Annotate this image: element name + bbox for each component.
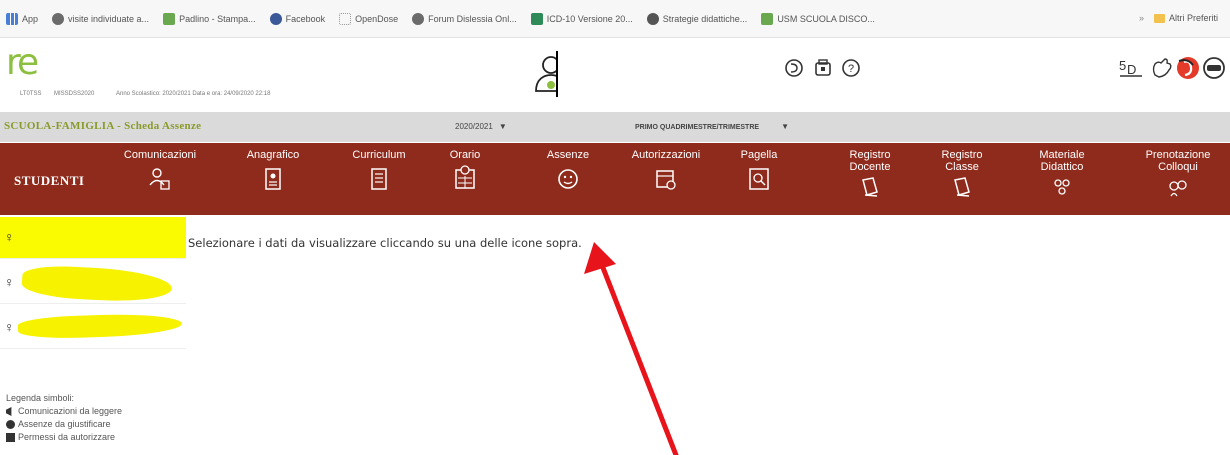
female-icon: ♀ <box>4 229 15 245</box>
bookmark-visite[interactable]: visite individuate a... <box>52 12 149 25</box>
legend-item-permessi: Permessi da autorizzare <box>6 431 122 444</box>
smiley-icon <box>558 169 578 189</box>
student-item-3[interactable]: ♀ <box>0 307 186 349</box>
bookmark-forum[interactable]: Forum Dislessia Onl... <box>412 12 517 25</box>
bookmark-padlino[interactable]: Padlino - Stampa... <box>163 12 256 25</box>
female-icon: ♀ <box>4 319 15 335</box>
icd10-icon <box>530 12 543 25</box>
bookmark-facebook[interactable]: Facebook <box>269 12 325 25</box>
permit-icon <box>6 433 15 442</box>
globe-icon <box>412 12 425 25</box>
folder-icon <box>1153 13 1165 23</box>
nav-orario[interactable]: Orario <box>440 149 490 190</box>
page-title: SCUOLA-FAMIGLIA - Scheda Assenze <box>4 120 202 132</box>
book-icon <box>862 177 878 197</box>
legend-item-assenze: Assenze da giustificare <box>6 418 122 431</box>
report-card-icon <box>749 168 769 190</box>
instruction-message: Selezionare i dati da visualizzare clicc… <box>188 236 582 250</box>
group-icon <box>1054 179 1070 195</box>
nav-comunicazioni[interactable]: Comunicazioni <box>120 149 200 191</box>
strategie-icon <box>646 12 659 25</box>
bookmark-icd10[interactable]: ICD-10 Versione 20... <box>530 12 633 25</box>
nav-assenze[interactable]: Assenze <box>538 149 598 191</box>
school-year-info: Anno Scolastico: 2020/2021 Data e ora: 2… <box>116 91 271 97</box>
globe-icon <box>52 12 65 25</box>
year-select[interactable]: 2020/2021 ▼ <box>455 122 507 131</box>
redaction-mark <box>17 312 183 340</box>
help-icon[interactable]: ? <box>840 57 862 79</box>
nav-materiale-didattico[interactable]: Materiale Didattico <box>1032 149 1092 198</box>
facebook-icon <box>269 12 282 25</box>
main-nav: STUDENTI Comunicazioni Anagrafico Curric… <box>0 143 1230 215</box>
nav-pagella[interactable]: Pagella <box>734 149 784 191</box>
period-select[interactable]: PRIMO QUADRIMESTRE/TRIMESTRE ▼ <box>635 122 789 131</box>
hand-icon[interactable] <box>1149 55 1175 81</box>
people-icon <box>149 168 170 190</box>
section-bar: SCUOLA-FAMIGLIA - Scheda Assenze 2020/20… <box>0 112 1230 142</box>
document-icon <box>371 168 387 190</box>
bookmark-usm[interactable]: USM SCUOLA DISCO... <box>761 12 875 25</box>
svg-text:?: ? <box>848 63 854 75</box>
calendar-clock-icon <box>455 165 475 189</box>
nav-registro-docente[interactable]: Registro Docente <box>840 149 900 198</box>
conversation-icon <box>1169 180 1187 197</box>
nav-registro-classe[interactable]: Registro Classe <box>935 149 989 198</box>
sd-icon[interactable]: 5 D <box>1118 55 1144 81</box>
bookmark-other[interactable]: » Altri Preferiti <box>1139 13 1218 23</box>
legend-item-comunicazioni: Comunicazioni da leggere <box>6 405 122 418</box>
page: App visite individuate a... Padlino - St… <box>0 0 1230 455</box>
svg-text:5: 5 <box>1119 58 1126 73</box>
opendose-icon <box>339 12 352 25</box>
student-item-1[interactable]: ♀ <box>0 217 186 259</box>
accessibility-icon[interactable] <box>1175 55 1201 81</box>
bookmark-strategie[interactable]: Strategie didattiche... <box>646 12 747 25</box>
calendar-check-icon <box>656 170 676 190</box>
padlino-icon <box>163 12 176 25</box>
nav-studenti-label: STUDENTI <box>14 173 85 188</box>
bookmarks-bar: App visite individuate a... Padlino - St… <box>0 0 1230 38</box>
coin-icon[interactable] <box>783 57 805 79</box>
logout-icon[interactable] <box>1201 55 1227 81</box>
chevron-double-icon: » <box>1138 13 1144 23</box>
sad-face-icon <box>6 420 15 429</box>
book-icon <box>954 177 970 197</box>
nav-prenotazione-colloqui[interactable]: Prenotazione Colloqui <box>1130 149 1226 198</box>
nav-autorizzazioni[interactable]: Autorizzazioni <box>624 149 708 191</box>
redaction-mark <box>21 264 173 304</box>
school-code: LT0TSS <box>20 91 42 97</box>
female-icon: ♀ <box>4 274 15 290</box>
school-mechanographic-code: MISSDSS2020 <box>54 91 95 97</box>
user-name-box <box>556 51 758 97</box>
nav-anagrafico[interactable]: Anagrafico <box>236 149 310 191</box>
red-arrow-annotation <box>584 242 679 455</box>
legend: Legenda simboli: Comunicazioni da legger… <box>6 392 122 444</box>
megaphone-icon <box>6 407 12 416</box>
chevron-down-icon: ▼ <box>498 122 507 131</box>
legend-title: Legenda simboli: <box>6 393 75 403</box>
id-card-icon <box>265 168 281 190</box>
bookmark-opendose[interactable]: OpenDose <box>339 12 398 25</box>
chevron-down-icon: ▼ <box>781 122 789 131</box>
app-header: re LT0TSS MISSDSS2020 Anno Scolastico: 2… <box>0 39 1230 105</box>
re-logo[interactable]: re <box>6 45 39 81</box>
nav-curriculum[interactable]: Curriculum <box>344 149 414 191</box>
apps-grid-icon <box>6 12 18 25</box>
wallet-icon[interactable] <box>812 57 834 79</box>
student-item-2[interactable]: ♀ <box>0 262 186 304</box>
bookmark-apps[interactable]: App <box>6 12 38 25</box>
svg-text:D: D <box>1127 62 1136 77</box>
usm-icon <box>761 12 774 25</box>
